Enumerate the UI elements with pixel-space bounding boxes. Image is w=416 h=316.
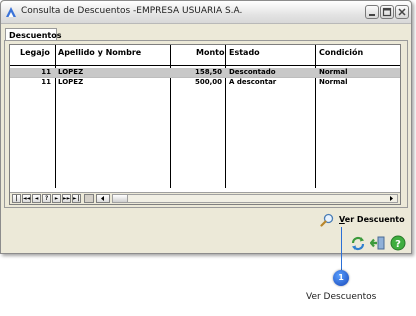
column-header-estado[interactable]: Estado <box>229 48 260 57</box>
cell-legajo: 11 <box>41 78 51 86</box>
title-bar[interactable]: Consulta de Descuentos -EMPRESA USUARIA … <box>1 1 411 24</box>
column-header-nombre[interactable]: Apellido y Nombre <box>58 48 141 57</box>
descuentos-grid[interactable]: Legajo Apellido y Nombre Monto Estado Co… <box>9 44 401 205</box>
maximize-icon <box>382 7 392 17</box>
column-divider <box>225 45 226 188</box>
nav-next-page-button[interactable]: ►► <box>62 194 71 203</box>
callout-label: Ver Descuentos <box>306 292 377 302</box>
column-divider <box>170 45 171 188</box>
close-button[interactable] <box>395 5 409 19</box>
nav-next-button[interactable]: ► <box>52 194 61 203</box>
nav-separator-button <box>84 194 94 203</box>
window-title: Consulta de Descuentos -EMPRESA USUARIA … <box>21 6 243 16</box>
navigator-bar: |◄ ◄◄ ◄ ? ► ►► ►| <box>10 192 400 204</box>
cell-estado: Descontado <box>229 68 276 76</box>
cell-condicion: Normal <box>319 68 348 76</box>
svg-text:?: ? <box>395 239 401 250</box>
callout-line <box>341 227 342 272</box>
chevron-right-icon[interactable] <box>389 195 395 202</box>
close-icon <box>398 8 406 16</box>
nav-search-button[interactable]: ? <box>42 194 51 203</box>
minimize-icon <box>369 14 375 16</box>
cell-monto: 158,50 <box>194 68 222 76</box>
exit-door-icon[interactable] <box>370 235 386 251</box>
nav-prior-button[interactable]: ◄ <box>32 194 41 203</box>
column-header-condicion[interactable]: Condición <box>319 48 363 57</box>
refresh-arrows-icon[interactable] <box>350 235 366 251</box>
ver-descuento-button[interactable]: Ver Descuento <box>320 213 405 227</box>
ver-descuento-label: Ver Descuento <box>339 215 405 224</box>
help-icon[interactable]: ? <box>390 235 406 251</box>
cell-nombre: LOPEZ <box>58 78 84 86</box>
table-row[interactable]: 11 LOPEZ 500,00 A descontar Normal <box>10 78 400 87</box>
cell-condicion: Normal <box>319 78 348 86</box>
scrollbar-thumb[interactable] <box>113 195 128 202</box>
app-logo-icon <box>6 7 16 17</box>
horizontal-scrollbar[interactable] <box>112 194 398 203</box>
minimize-button[interactable] <box>365 5 379 19</box>
magnifier-icon <box>320 213 334 227</box>
nav-prior-page-button[interactable]: ◄◄ <box>22 194 31 203</box>
callout-badge: 1 <box>333 270 349 286</box>
table-row[interactable]: 11 LOPEZ 158,50 Descontado Normal <box>10 68 400 77</box>
cell-nombre: LOPEZ <box>58 68 84 76</box>
column-divider <box>55 45 56 188</box>
cell-legajo: 11 <box>41 68 51 76</box>
chevron-left-icon <box>101 196 104 201</box>
scroll-left-button[interactable] <box>96 194 110 203</box>
nav-first-button[interactable]: |◄ <box>12 194 21 204</box>
cell-estado: A descontar <box>229 78 277 86</box>
maximize-button[interactable] <box>380 5 394 19</box>
nav-last-button[interactable]: ►| <box>72 194 81 203</box>
column-divider <box>315 45 316 188</box>
column-header-monto[interactable]: Monto <box>196 48 224 57</box>
column-header-legajo[interactable]: Legajo <box>20 48 50 57</box>
grid-header: Legajo Apellido y Nombre Monto Estado Co… <box>10 45 400 66</box>
cell-monto: 500,00 <box>194 78 222 86</box>
